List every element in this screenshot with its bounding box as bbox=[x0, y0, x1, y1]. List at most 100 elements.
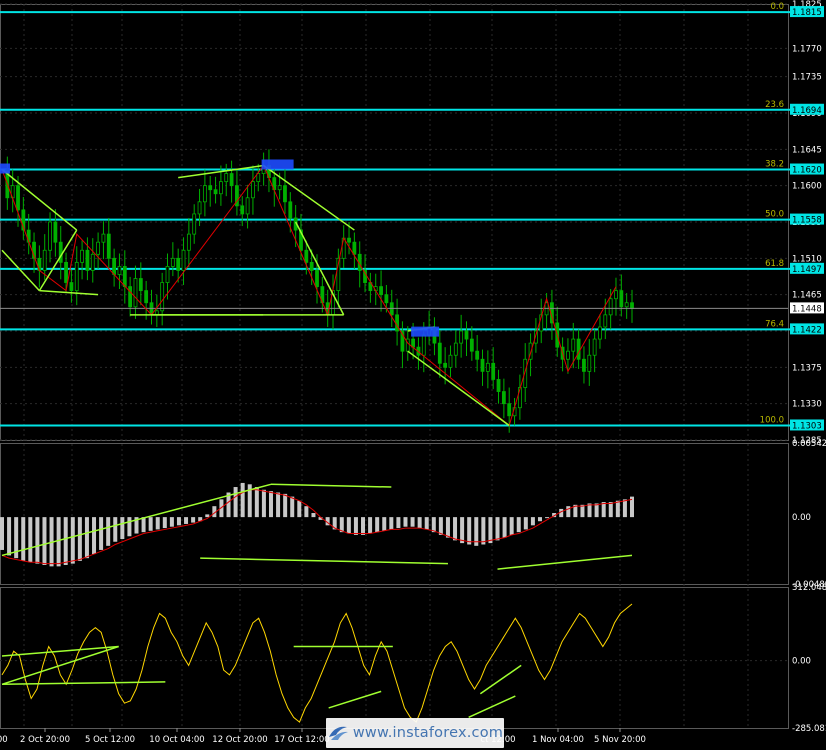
candle-body bbox=[464, 330, 469, 340]
fibo-level-label: 100.0 bbox=[760, 415, 784, 425]
candle-body bbox=[112, 257, 117, 275]
macd-axis-tick: 0.00542 bbox=[792, 439, 826, 449]
candle-body bbox=[160, 282, 165, 312]
candle-body bbox=[469, 338, 474, 352]
macd-histogram-bar bbox=[431, 517, 436, 533]
signal-marker bbox=[261, 159, 294, 170]
candle-body bbox=[208, 185, 213, 191]
time-axis-label: 5 Nov 20:00 bbox=[594, 735, 646, 745]
candle-body bbox=[64, 261, 68, 283]
candle-body bbox=[309, 261, 314, 271]
candle-body bbox=[229, 173, 234, 187]
fibo-level-label: 50.0 bbox=[765, 210, 784, 220]
pattern-trendline bbox=[407, 350, 510, 427]
candle-body bbox=[459, 330, 464, 344]
macd-histogram-bar bbox=[21, 517, 26, 561]
macd-histogram-bar bbox=[516, 517, 521, 533]
candle-body bbox=[475, 350, 480, 360]
candle-body bbox=[251, 181, 255, 199]
macd-histogram-bar bbox=[453, 517, 458, 541]
fibo-price-tag: 1.1558 bbox=[792, 216, 822, 226]
candle-body bbox=[379, 286, 383, 296]
candle-body bbox=[315, 270, 319, 287]
macd-histogram-bar bbox=[622, 499, 627, 518]
candle-body bbox=[571, 338, 576, 352]
price-axis-tick: 1.1600 bbox=[792, 182, 822, 192]
candle-body bbox=[582, 358, 586, 372]
macd-histogram-bar bbox=[56, 517, 61, 567]
fibo-level-label: 76.4 bbox=[765, 319, 784, 329]
macd-histogram-bar bbox=[488, 517, 493, 544]
fibo-level-label: 0.0 bbox=[770, 2, 784, 12]
macd-histogram-bar bbox=[481, 517, 486, 545]
price-axis-tick: 1.1375 bbox=[792, 363, 822, 373]
candle-body bbox=[598, 326, 602, 340]
macd-pattern-trendline bbox=[497, 554, 633, 570]
macd-histogram-bar bbox=[191, 517, 196, 523]
time-axis-label: 17 Oct 12:00 bbox=[274, 735, 329, 745]
candle-body bbox=[197, 201, 202, 215]
macd-histogram-bar bbox=[445, 517, 450, 538]
candle-body bbox=[42, 249, 47, 271]
candle-body bbox=[53, 221, 58, 243]
price-axis-tick: 1.1645 bbox=[792, 145, 822, 155]
macd-histogram-bar bbox=[361, 517, 366, 535]
candle-body bbox=[501, 391, 506, 405]
candle-body bbox=[202, 185, 207, 203]
candle-body bbox=[69, 282, 74, 292]
candle-body bbox=[630, 302, 634, 309]
macd-pattern-trendline bbox=[1, 483, 272, 557]
macd-histogram-bar bbox=[417, 517, 422, 529]
watermark-text: www.instaforex.com bbox=[352, 725, 504, 741]
time-axis-label: 2 Oct 20:00 bbox=[20, 735, 70, 745]
time-axis-label: 12 Oct 20:00 bbox=[212, 735, 267, 745]
macd-histogram-bar bbox=[311, 513, 316, 518]
time-axis-label: 5 Oct 12:00 bbox=[85, 735, 135, 745]
candle-body bbox=[491, 362, 496, 380]
macd-axis-tick: 0.00 bbox=[792, 513, 811, 523]
candle-body bbox=[218, 181, 223, 195]
candle-body bbox=[186, 233, 191, 251]
macd-histogram-bar bbox=[566, 506, 571, 518]
macd-histogram-bar bbox=[205, 514, 210, 518]
macd-histogram-bar bbox=[608, 502, 613, 518]
macd-signal-line bbox=[1, 489, 633, 565]
panel-frame-3 bbox=[0, 587, 789, 729]
time-axis-label: 10 Oct 04:00 bbox=[149, 735, 204, 745]
macd-histogram-bar bbox=[155, 517, 160, 530]
candle-body bbox=[16, 185, 20, 211]
candle-body bbox=[58, 241, 63, 263]
macd-histogram-bar bbox=[594, 503, 599, 518]
candle-body bbox=[347, 237, 351, 243]
candle-body bbox=[352, 241, 357, 255]
oscillator-pattern-trendline bbox=[1, 645, 119, 657]
time-axis-label: 1 Nov 04:00 bbox=[532, 735, 584, 745]
candle-body bbox=[117, 266, 122, 275]
macd-histogram-bar bbox=[389, 517, 394, 530]
candle-body bbox=[614, 290, 618, 300]
candle-body bbox=[507, 403, 512, 417]
oscillator-axis-tick: -285.081 bbox=[792, 724, 826, 734]
oscillator-axis-tick: 312.048 bbox=[792, 583, 826, 593]
macd-histogram-bar bbox=[169, 517, 174, 527]
macd-histogram-bar bbox=[268, 491, 273, 518]
candle-body bbox=[101, 233, 106, 243]
candle-body bbox=[566, 350, 570, 360]
candle-body bbox=[80, 249, 84, 263]
fibo-level-label: 38.2 bbox=[765, 160, 784, 170]
time-axis-label: :00 bbox=[0, 735, 8, 745]
candle-body bbox=[213, 189, 218, 195]
fibo-price-tag: 1.1815 bbox=[792, 8, 822, 18]
candle-body bbox=[176, 257, 181, 271]
fibo-level-label: 23.6 bbox=[765, 100, 784, 110]
oscillator-line bbox=[1, 603, 633, 723]
macd-histogram-bar bbox=[297, 500, 302, 518]
macd-histogram-bar bbox=[353, 517, 358, 535]
macd-pattern-trendline bbox=[270, 483, 392, 488]
macd-histogram-bar bbox=[92, 517, 97, 555]
macd-histogram-bar bbox=[283, 493, 288, 518]
macd-histogram-bar bbox=[84, 517, 89, 559]
candle-body bbox=[608, 298, 613, 316]
price-axis-tick: 1.1330 bbox=[792, 400, 822, 410]
oscillator-pattern-trendline bbox=[328, 690, 382, 709]
